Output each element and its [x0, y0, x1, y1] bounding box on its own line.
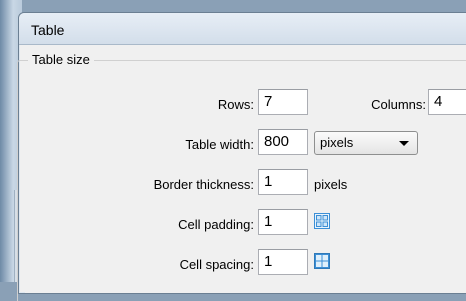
- border-unit-label: pixels: [314, 177, 348, 192]
- table-size-legend: Table size: [28, 52, 94, 67]
- table-width-input[interactable]: 800: [258, 129, 308, 155]
- cell-spacing-input[interactable]: 1: [258, 249, 308, 275]
- width-unit-select[interactable]: pixels: [314, 131, 418, 155]
- cell-spacing-icon: [314, 253, 330, 269]
- border-thickness-input[interactable]: 1: [258, 169, 308, 195]
- columns-label: Columns:: [371, 97, 426, 112]
- cell-padding-label: Cell padding:: [178, 217, 254, 232]
- cell-spacing-label: Cell spacing:: [179, 257, 254, 272]
- chevron-down-icon: [399, 141, 409, 146]
- cell-padding-input[interactable]: 1: [258, 209, 308, 235]
- table-width-label: Table width:: [185, 137, 254, 152]
- columns-input[interactable]: 4: [428, 89, 466, 115]
- rows-label: Rows:: [217, 97, 254, 112]
- border-thickness-label: Border thickness:: [153, 177, 254, 192]
- rows-input[interactable]: 7: [258, 89, 308, 115]
- dialog-titlebar[interactable]: Table: [19, 13, 466, 45]
- dialog-title: Table: [31, 22, 65, 38]
- width-unit-selected: pixels: [320, 135, 354, 150]
- cell-padding-icon: [314, 213, 330, 229]
